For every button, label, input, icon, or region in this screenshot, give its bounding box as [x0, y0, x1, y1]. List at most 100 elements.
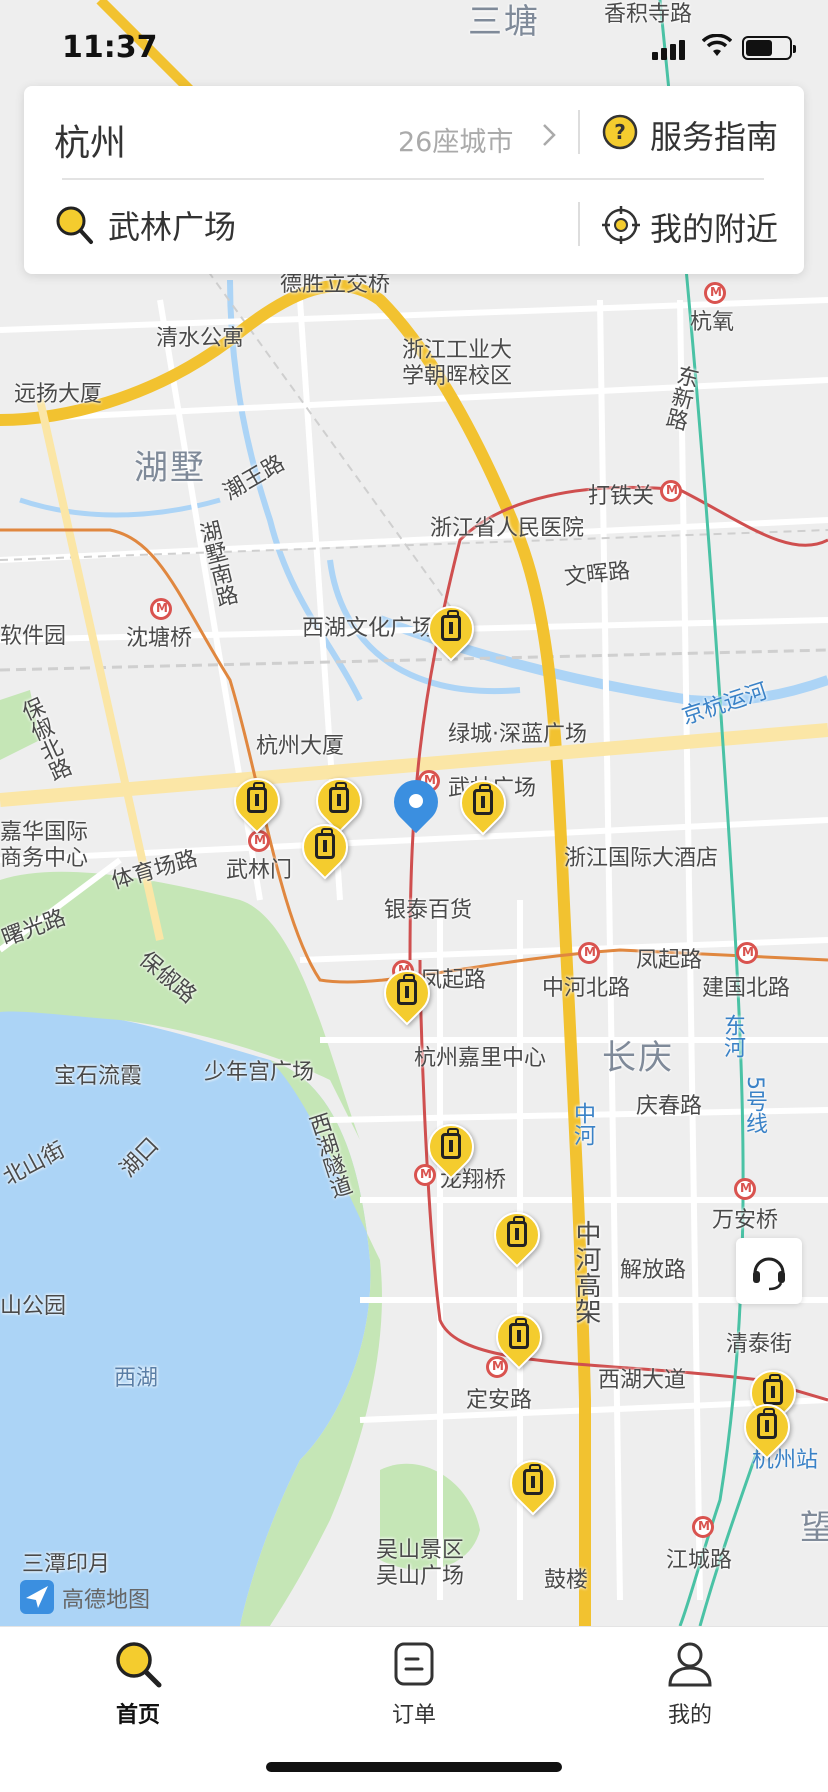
luggage-icon	[441, 1128, 461, 1159]
luggage-icon	[247, 782, 267, 813]
map-label-zhonghe-north: 中河北路	[542, 976, 631, 1001]
storage-location-pin[interactable]	[292, 814, 358, 886]
map-label-zj-hotel: 浙江国际大酒店	[564, 846, 719, 871]
storage-location-pin[interactable]	[374, 960, 440, 1032]
luggage-icon	[757, 1408, 777, 1439]
map-label-donghe: 东河	[720, 1014, 745, 1058]
map-label-shaoniangong: 少年宫广场	[204, 1060, 315, 1085]
status-time: 11:37	[62, 30, 158, 65]
map-label-qingchun: 庆春路	[636, 1094, 703, 1119]
metro-station-icon	[578, 942, 600, 964]
storage-location-pin[interactable]	[734, 1394, 800, 1466]
battery-icon	[742, 36, 796, 60]
map-label-xihu: 西湖	[114, 1366, 159, 1391]
luggage-icon	[473, 784, 493, 815]
map-label-wushan: 吴山景区 吴山广场	[376, 1538, 465, 1589]
storage-location-pin[interactable]	[418, 1114, 484, 1186]
map-label-dingan: 定安路	[466, 1388, 533, 1413]
tab-orders-label: 订单	[391, 1703, 436, 1728]
luggage-icon	[315, 828, 335, 859]
luggage-icon	[329, 782, 349, 813]
map-label-yuanyang: 远扬大厦	[14, 382, 103, 407]
map-label-jianguo-north: 建国北路	[702, 976, 791, 1001]
map-label-lvcheng: 绿城·深蓝广场	[448, 722, 587, 747]
map-label-jiahua: 嘉华国际 商务中心	[0, 820, 89, 871]
map-label-line5: 5号线	[742, 1076, 767, 1134]
svg-text:?: ?	[614, 120, 626, 144]
map-label-hangyang: 杭氧	[690, 310, 735, 335]
metro-station-icon	[660, 480, 682, 502]
map-label-renmin-hospital: 浙江省人民医院	[430, 516, 585, 541]
app-root: 三塘 香积寺路 德胜立交桥 清水公寓 浙江工业大 学朝晖校区 远扬大厦 湖墅 潮…	[0, 0, 828, 1792]
divider	[578, 202, 580, 246]
luggage-icon	[763, 1374, 783, 1405]
luggage-icon	[523, 1464, 543, 1495]
luggage-icon	[507, 1216, 527, 1247]
map-label-wang: 望	[800, 1508, 828, 1548]
map-label-gulou: 鼓楼	[544, 1568, 589, 1593]
divider	[578, 110, 580, 154]
map-label-datieguan: 打铁关	[588, 484, 655, 509]
map-label-santan: 三潭印月	[22, 1552, 111, 1577]
search-icon	[56, 206, 93, 244]
tab-home[interactable]: 首页	[0, 1627, 276, 1747]
map-label-hangzhou-dasha: 杭州大厦	[256, 734, 345, 759]
storage-location-pin[interactable]	[450, 770, 516, 842]
locate-target-icon	[602, 206, 640, 244]
storage-location-pin[interactable]	[484, 1202, 550, 1274]
map-label-baoshi: 宝石流霞	[54, 1064, 143, 1089]
map-label-jiali: 杭州嘉里中心	[414, 1046, 547, 1071]
home-search-icon	[116, 1642, 162, 1688]
storage-location-pin[interactable]	[486, 1304, 552, 1376]
customer-support-button[interactable]	[736, 1238, 802, 1304]
headset-icon	[753, 1257, 785, 1291]
search-card: 杭州 26座城市 ? 服务指南 武林广场 我的附近	[24, 86, 804, 274]
amap-arrow-icon	[20, 1580, 54, 1614]
luggage-icon	[441, 610, 461, 641]
metro-station-icon	[150, 598, 172, 620]
tab-profile[interactable]: 我的	[552, 1627, 828, 1747]
map-label-yintai: 银泰百货	[384, 898, 473, 923]
metro-station-icon	[736, 942, 758, 964]
tab-profile-label: 我的	[667, 1703, 712, 1728]
map-label-hushu: 湖墅	[134, 448, 206, 488]
order-icon	[394, 1642, 434, 1686]
city-row: 杭州 26座城市 ? 服务指南	[24, 86, 804, 180]
current-location-pin	[384, 770, 448, 840]
map-label-wenhui: 文晖路	[563, 558, 632, 591]
map-label-shentangqiao: 沈塘桥	[126, 626, 193, 651]
storage-location-pin[interactable]	[500, 1450, 566, 1522]
tab-home-label: 首页	[115, 1703, 160, 1728]
metro-station-icon	[692, 1516, 714, 1538]
city-count-link[interactable]: 26座城市	[398, 120, 513, 159]
map-label-fengqi-station: 凤起路	[636, 948, 703, 973]
location-pin-dot	[409, 794, 423, 808]
map-label-jiangcheng: 江城路	[666, 1548, 733, 1573]
nearby-label: 我的附近	[650, 210, 779, 248]
luggage-icon	[397, 974, 417, 1005]
service-guide-label: 服务指南	[650, 118, 779, 156]
map-label-jiefang: 解放路	[620, 1258, 687, 1283]
current-city[interactable]: 杭州	[54, 114, 126, 166]
tab-orders[interactable]: 订单	[276, 1627, 552, 1747]
map-label-ruanjianyuan: 软件园	[0, 624, 67, 649]
metro-station-icon	[734, 1178, 756, 1200]
question-circle-icon: ?	[602, 114, 638, 150]
search-input[interactable]	[108, 202, 578, 248]
storage-location-pin[interactable]	[418, 596, 484, 668]
wifi-icon	[702, 34, 732, 56]
map-label-wanan: 万安桥	[712, 1208, 779, 1233]
chevron-right-icon[interactable]	[536, 122, 562, 148]
amap-logo-text: 高德地图	[62, 1588, 151, 1613]
luggage-icon	[509, 1318, 529, 1349]
map-label-zhonghe-elevated: 中河高架	[571, 1220, 601, 1324]
map-label-gongyuan: 山公园	[0, 1294, 67, 1319]
map-label-wulinmen: 武林门	[226, 858, 293, 883]
storage-location-pin[interactable]	[224, 768, 290, 840]
status-bar: 11:37	[0, 0, 828, 88]
map-label-zjgydx: 浙江工业大 学朝晖校区	[402, 338, 513, 389]
map-label-zhonghe: 中河	[570, 1102, 595, 1146]
map-label-qingshui: 清水公寓	[156, 326, 245, 351]
cellular-signal-icon	[652, 38, 688, 60]
map-label-xihu-avenue: 西湖大道	[598, 1368, 687, 1393]
